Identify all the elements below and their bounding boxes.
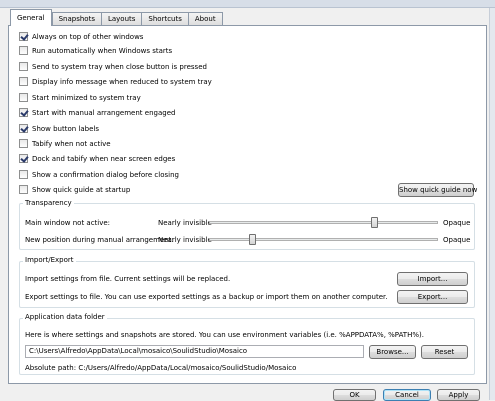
- option-manual-arrangement[interactable]: Start with manual arrangement engaged: [19, 107, 175, 118]
- option-run-at-startup[interactable]: Run automatically when Windows starts: [19, 45, 172, 56]
- window-right-edge: [489, 8, 495, 400]
- app-data-folder-group-title: Application data folder: [23, 313, 107, 322]
- max-label: Opaque: [443, 236, 471, 244]
- import-description: Import settings from file. Current setti…: [25, 275, 231, 283]
- tab-bar: General Snapshots Layouts Shortcuts Abou…: [10, 9, 223, 26]
- option-label: Always on top of other windows: [32, 32, 144, 41]
- app-data-path-field[interactable]: C:\Users\Alfredo\AppData\Local\mosaico\S…: [25, 345, 364, 358]
- slider-thumb[interactable]: [371, 217, 379, 228]
- reset-button[interactable]: Reset: [421, 345, 468, 359]
- main-window-transparency-label: Main window not active:: [25, 219, 111, 227]
- cancel-button[interactable]: Cancel: [383, 389, 431, 401]
- option-confirm-close[interactable]: Show a confirmation dialog before closin…: [19, 169, 179, 180]
- option-label: Show quick guide at startup: [32, 185, 131, 194]
- option-dock-and-tabify[interactable]: Dock and tabify when near screen edges: [19, 153, 175, 164]
- option-show-button-labels[interactable]: Show button labels: [19, 123, 99, 134]
- option-label: Show button labels: [32, 124, 100, 133]
- min-label: Nearly invisible: [158, 219, 212, 227]
- import-export-group-title: Import/Export: [23, 256, 76, 265]
- checkbox[interactable]: [19, 46, 28, 55]
- export-button[interactable]: Export...: [397, 290, 468, 304]
- export-description: Export settings to file. You can use exp…: [25, 293, 388, 301]
- option-send-to-tray[interactable]: Send to system tray when close button is…: [19, 61, 207, 72]
- tab-general[interactable]: General: [10, 9, 52, 26]
- window-top-edge: [0, 0, 495, 8]
- checkbox[interactable]: [19, 154, 28, 163]
- show-quick-guide-button[interactable]: Show quick guide now: [398, 183, 477, 197]
- checkbox[interactable]: [19, 62, 28, 71]
- option-label: Show a confirmation dialog before closin…: [32, 170, 179, 179]
- option-tray-info-message[interactable]: Display info message when reduced to sys…: [19, 76, 212, 87]
- option-quick-guide[interactable]: Show quick guide at startup: [19, 184, 130, 195]
- option-always-on-top[interactable]: Always on top of other windows: [19, 31, 143, 42]
- max-label: Opaque: [443, 219, 471, 227]
- tab-about[interactable]: About: [187, 12, 223, 26]
- checkbox[interactable]: [19, 32, 28, 41]
- checkbox[interactable]: [19, 77, 28, 86]
- checkbox[interactable]: [19, 108, 28, 117]
- tab-snapshots[interactable]: Snapshots: [51, 12, 101, 26]
- arrangement-transparency-slider[interactable]: [209, 238, 438, 241]
- transparency-group-title: Transparency: [23, 199, 74, 208]
- option-label: Send to system tray when close button is…: [32, 62, 207, 71]
- option-tabify-inactive[interactable]: Tabify when not active: [19, 138, 111, 149]
- option-label: Tabify when not active: [32, 139, 111, 148]
- apply-button[interactable]: Apply: [437, 389, 480, 401]
- option-start-minimized[interactable]: Start minimized to system tray: [19, 92, 141, 103]
- checkbox[interactable]: [19, 124, 28, 133]
- ok-button[interactable]: OK: [333, 389, 376, 401]
- option-label: Start with manual arrangement engaged: [32, 108, 176, 117]
- slider-thumb[interactable]: [248, 234, 256, 245]
- main-window-transparency-slider[interactable]: [209, 221, 438, 224]
- option-label: Run automatically when Windows starts: [32, 46, 173, 55]
- option-label: Start minimized to system tray: [32, 93, 141, 102]
- tab-layouts[interactable]: Layouts: [100, 12, 142, 26]
- checkbox[interactable]: [19, 170, 28, 179]
- min-label: Nearly invisible: [158, 236, 212, 244]
- arrangement-transparency-label: New position during manual arrangement:: [25, 236, 174, 244]
- import-button[interactable]: Import...: [397, 272, 468, 286]
- tab-shortcuts[interactable]: Shortcuts: [141, 12, 188, 26]
- checkbox[interactable]: [19, 185, 28, 194]
- browse-button[interactable]: Browse...: [369, 345, 416, 359]
- option-label: Dock and tabify when near screen edges: [32, 154, 176, 163]
- absolute-path-text: Absolute path: C:/Users/Alfredo/AppData/…: [25, 364, 297, 372]
- option-label: Display info message when reduced to sys…: [32, 77, 212, 86]
- app-data-description: Here is where settings and snapshots are…: [25, 331, 424, 339]
- checkbox[interactable]: [19, 93, 28, 102]
- checkbox[interactable]: [19, 139, 28, 148]
